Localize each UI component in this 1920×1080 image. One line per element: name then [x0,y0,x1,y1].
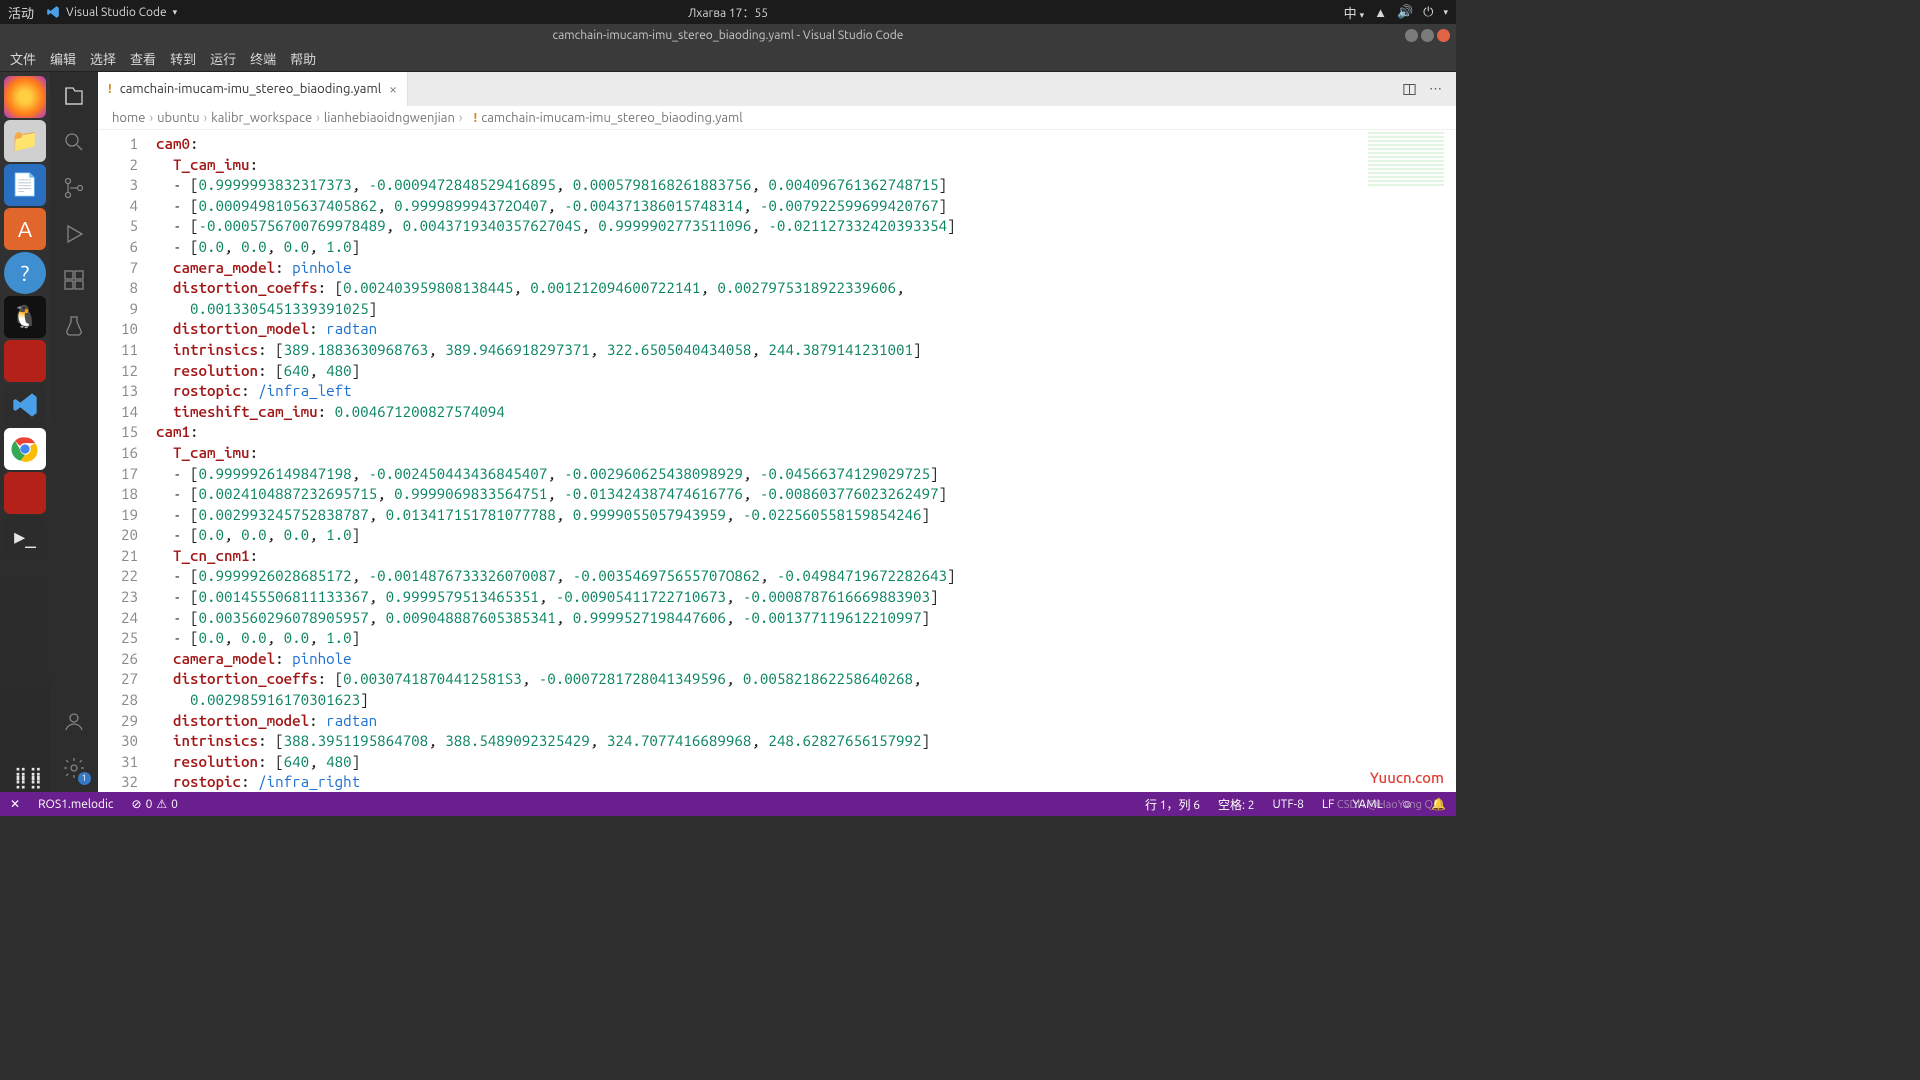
breadcrumbs[interactable]: home›ubuntu›kalibr_workspace›lianhebiaoi… [98,106,1456,130]
menu-编辑[interactable]: 编辑 [50,49,76,68]
dock-app-red1[interactable] [4,340,46,382]
network-icon[interactable]: ▲ [1374,5,1387,20]
chevron-right-icon: › [149,111,153,125]
status-close-icon[interactable]: ✕ [10,797,20,811]
system-menu-icon[interactable]: ▾ [1443,7,1448,18]
settings-gear-icon[interactable]: 1 [60,754,88,782]
dock-files[interactable]: 📁 [4,120,46,162]
status-encoding[interactable]: UTF-8 [1272,798,1303,811]
ime-indicator[interactable]: 中 ▾ [1344,3,1365,22]
extensions-icon[interactable] [60,266,88,294]
dock-firefox[interactable] [4,76,46,118]
tab-title: camchain-imucam-imu_stereo_biaoding.yaml [120,82,381,96]
app-grid-icon[interactable]: ⠿⠿⠿⠿ [14,772,44,788]
menu-终端[interactable]: 终端 [250,49,276,68]
status-cursor-pos[interactable]: 行 1，列 6 [1145,796,1200,813]
status-ros[interactable]: ROS1.melodic [38,798,113,811]
explorer-icon[interactable] [60,82,88,110]
minimap[interactable] [1368,132,1444,188]
line-gutter: 1234567891011121314151617181920212223242… [98,130,150,792]
status-problems[interactable]: ⊘ 0 ⚠ 0 [132,797,178,811]
power-icon[interactable]: ⏻ [1423,5,1433,20]
code-editor[interactable]: 1234567891011121314151617181920212223242… [98,130,1456,792]
dock-vscode[interactable] [4,384,46,426]
dock-terminal[interactable]: ▸_ [4,516,46,558]
menu-选择[interactable]: 选择 [90,49,116,68]
menu-转到[interactable]: 转到 [170,49,196,68]
menu-帮助[interactable]: 帮助 [290,49,316,68]
window-titlebar: camchain-imucam-imu_stereo_biaoding.yaml… [0,24,1456,46]
editor-tab[interactable]: ! camchain-imucam-imu_stereo_biaoding.ya… [98,72,408,106]
volume-icon[interactable]: 🔊 [1397,5,1413,20]
dropdown-icon: ▾ [173,7,178,18]
modified-icon: ! [474,111,478,125]
watermark-author: CSDN @HaoYang Qiu [1337,799,1442,811]
dock-chrome[interactable] [4,428,46,470]
code-content[interactable]: cam0: T_cam_imu: - [0.9999993832317373, … [150,130,1456,792]
run-debug-icon[interactable] [60,220,88,248]
status-spaces[interactable]: 空格: 2 [1218,796,1254,813]
source-control-icon[interactable] [60,174,88,202]
settings-badge: 1 [78,772,91,785]
modified-icon: ! [108,82,112,96]
menu-文件[interactable]: 文件 [10,49,36,68]
status-bar: ✕ ROS1.melodic ⊘ 0 ⚠ 0 行 1，列 6 空格: 2 UTF… [0,792,1456,816]
dock-software[interactable]: A [4,208,46,250]
more-actions-icon[interactable]: ⋯ [1429,82,1442,97]
ubuntu-dock: 📁 📄 A ? 🐧 ▸_ [0,72,50,792]
search-icon[interactable] [60,128,88,156]
status-eol[interactable]: LF [1322,798,1334,811]
chevron-right-icon: › [316,111,320,125]
menu-查看[interactable]: 查看 [130,49,156,68]
dock-libreoffice[interactable]: 📄 [4,164,46,206]
split-editor-icon[interactable] [1402,81,1417,96]
editor-area: ! camchain-imucam-imu_stereo_biaoding.ya… [98,72,1456,792]
tab-close-icon[interactable]: × [389,81,397,97]
breadcrumb-segment[interactable]: home [112,111,145,125]
gnome-top-bar: 活动 Visual Studio Code ▾ Лхагва 17：55 中 ▾… [0,0,1456,24]
breadcrumb-segment[interactable]: kalibr_workspace [211,111,312,125]
chevron-right-icon: › [459,111,463,125]
breadcrumb-segment[interactable]: lianhebiaoidngwenjian [324,111,455,125]
activities-label[interactable]: 活动 [8,3,34,22]
active-app[interactable]: Visual Studio Code ▾ [46,5,177,19]
accounts-icon[interactable] [60,708,88,736]
clock[interactable]: Лхагва 17：55 [688,4,768,21]
maximize-button[interactable] [1421,29,1434,42]
menubar: 文件编辑选择查看转到运行终端帮助 [0,46,1456,72]
testing-icon[interactable] [60,312,88,340]
breadcrumb-segment[interactable]: camchain-imucam-imu_stereo_biaoding.yaml [481,111,742,125]
dock-help[interactable]: ? [4,252,46,294]
breadcrumb-segment[interactable]: ubuntu [157,111,199,125]
activity-bar: 1 [50,72,98,792]
chevron-right-icon: › [204,111,208,125]
dock-app-red2[interactable] [4,472,46,514]
watermark-text: Yuucn.com [1370,769,1444,786]
menu-运行[interactable]: 运行 [210,49,236,68]
close-button[interactable] [1437,29,1450,42]
minimize-button[interactable] [1405,29,1418,42]
dock-qq[interactable]: 🐧 [4,296,46,338]
window-title: camchain-imucam-imu_stereo_biaoding.yaml… [553,29,904,42]
tab-bar: ! camchain-imucam-imu_stereo_biaoding.ya… [98,72,1456,106]
